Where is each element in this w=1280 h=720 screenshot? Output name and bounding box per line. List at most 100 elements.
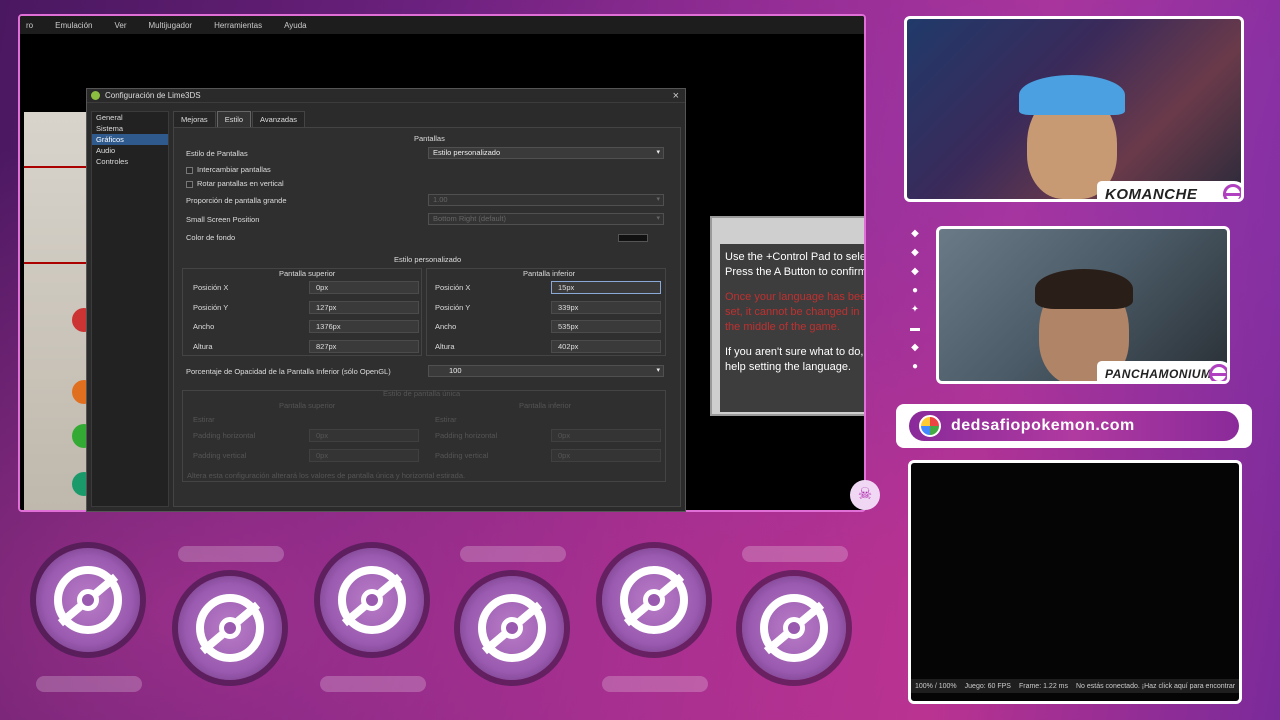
tab-enhancements[interactable]: Mejoras <box>173 111 216 127</box>
webcam-top: KOMANCHE <box>904 16 1244 202</box>
badge-pokeball-icon <box>36 548 140 652</box>
top-height-label: Altura <box>193 342 213 351</box>
cap-shape <box>1019 75 1125 115</box>
status-network[interactable]: No estás conectado. ¡Haz click aquí para… <box>1076 683 1235 690</box>
tab-advanced[interactable]: Avanzadas <box>252 111 306 127</box>
sidebar-item-audio[interactable]: Audio <box>92 145 168 156</box>
single-top-stretch-label: Estirar <box>193 415 215 424</box>
sidebar-item-graphics[interactable]: Gráficos <box>92 134 168 145</box>
bottom-x-input[interactable]: 15px <box>551 281 661 294</box>
lime-icon <box>91 91 100 100</box>
menu-item-file[interactable]: ro <box>26 21 33 30</box>
rotate-screens-option[interactable]: Rotar pantallas en vertical <box>186 179 284 188</box>
secondary-capture: 100% / 100% Juego: 60 FPS Frame: 1.22 ms… <box>908 460 1242 704</box>
config-dialog: Configuración de Lime3DS × General Siste… <box>86 88 686 512</box>
badge-slot-pill <box>36 676 142 692</box>
top-y-label: Posición Y <box>193 303 229 312</box>
bottom-screen-title: Pantalla inferior <box>523 269 576 278</box>
single-top-padh-input[interactable]: 0px <box>309 429 419 442</box>
close-icon[interactable]: × <box>673 90 679 102</box>
tab-layout[interactable]: Estilo <box>216 111 252 127</box>
single-bottom-padv-label: Padding vertical <box>435 451 489 460</box>
bottom-y-label: Posición Y <box>435 303 471 312</box>
layout-panel: Pantallas Estilo de Pantallas Estilo per… <box>173 127 681 507</box>
top-width-input[interactable]: 1376px <box>309 320 419 333</box>
skull-icon: ☠ <box>850 480 880 510</box>
bottom-width-label: Ancho <box>435 322 457 331</box>
streamer-name-bottom: PANCHAMONIUM <box>1105 367 1212 381</box>
streamer-tag-bottom: PANCHAMONIUM <box>1097 361 1227 381</box>
badge-slot-pill <box>460 546 566 562</box>
bottom-height-label: Altura <box>435 342 455 351</box>
top-screen-group: Pantalla superior Posición X 0px Posició… <box>182 268 422 356</box>
layout-select[interactable]: Estilo personalizado <box>428 147 664 159</box>
bottom-width-input[interactable]: 535px <box>551 320 661 333</box>
social-icon-column: ◆ ◆ ◆ ● ✦ ▬ ◆ ● <box>906 228 924 378</box>
top-x-label: Posición X <box>193 283 229 292</box>
badge-pokeball-icon <box>742 576 846 680</box>
pokeball-icon <box>1209 364 1227 381</box>
single-bottom-padh-label: Padding horizontal <box>435 431 498 440</box>
layout-label: Estilo de Pantallas <box>186 149 248 158</box>
badge-pokeball-icon <box>178 576 282 680</box>
single-screen-header: Estilo de pantalla única <box>383 389 461 398</box>
website-pill: dedsafiopokemon.com <box>909 411 1239 441</box>
badge-slot-pill <box>320 676 426 692</box>
badge-pokeball-icon <box>320 548 424 652</box>
swap-screens-checkbox[interactable] <box>186 166 193 174</box>
website-url: dedsafiopokemon.com <box>951 417 1135 434</box>
bg-color-swatch[interactable] <box>618 234 648 242</box>
single-top-padv-label: Padding vertical <box>193 451 247 460</box>
dialog-titlebar: Configuración de Lime3DS × <box>87 89 685 103</box>
small-pos-label: Small Screen Position <box>186 215 260 224</box>
single-bottom-title: Pantalla inferior <box>519 401 572 410</box>
single-bottom-padh-input[interactable]: 0px <box>551 429 661 442</box>
status-speed: 100% / 100% <box>915 682 957 690</box>
single-top-padh-label: Padding horizontal <box>193 431 256 440</box>
small-pos-select[interactable]: Bottom Right (default) <box>428 213 664 225</box>
bottom-y-input[interactable]: 339px <box>551 301 661 314</box>
opacity-label: Porcentaje de Opacidad de la Pantalla In… <box>186 367 391 376</box>
menu-item-multiplayer[interactable]: Multijugador <box>149 21 193 30</box>
rotate-screens-checkbox[interactable] <box>186 180 193 188</box>
sidebar-item-controls[interactable]: Controles <box>92 156 168 167</box>
rotate-screens-label: Rotar pantallas en vertical <box>197 179 284 188</box>
streamer-tag-top: KOMANCHE <box>1097 181 1241 202</box>
bg-color-label: Color de fondo <box>186 233 236 242</box>
game-text-line: Use the +Control Pad to select <box>725 251 866 263</box>
status-fps: Juego: 60 FPS <box>964 682 1011 690</box>
sidebar-item-system[interactable]: Sistema <box>92 123 168 134</box>
top-x-input[interactable]: 0px <box>309 281 419 294</box>
opacity-spinbox[interactable]: 100 <box>428 365 664 377</box>
streamer-name-top: KOMANCHE <box>1105 185 1198 202</box>
badge-pokeball-icon <box>602 548 706 652</box>
large-ratio-select[interactable]: 1.00 <box>428 194 664 206</box>
bottom-screen-group: Pantalla inferior Posición X 15px Posici… <box>426 268 666 356</box>
emulator-status-bar: 100% / 100% Juego: 60 FPS Frame: 1.22 ms… <box>911 679 1239 693</box>
social-icon: ◆ <box>911 247 919 258</box>
single-top-title: Pantalla superior <box>279 401 336 410</box>
game-text-line: If you aren't sure what to do, <box>725 346 864 358</box>
top-y-input[interactable]: 127px <box>309 301 419 314</box>
top-height-input[interactable]: 827px <box>309 340 419 353</box>
social-icon: ◆ <box>911 266 919 277</box>
social-icon: ● <box>911 285 919 296</box>
settings-main: Mejoras Estilo Avanzadas Pantallas Estil… <box>173 111 681 507</box>
menu-item-help[interactable]: Ayuda <box>284 21 307 30</box>
screens-header: Pantallas <box>414 134 445 143</box>
single-top-padv-input[interactable]: 0px <box>309 449 419 462</box>
menu-item-emulation[interactable]: Emulación <box>55 21 92 30</box>
status-frame: Frame: 1.22 ms <box>1018 682 1068 690</box>
game-text-line: Press the A Button to confirm. <box>725 266 866 278</box>
menu-item-tools[interactable]: Herramientas <box>214 21 262 30</box>
sidebar-item-general[interactable]: General <box>92 112 168 123</box>
game-warning-text: Once your language has been set, it cann… <box>725 291 866 333</box>
single-bottom-padv-input[interactable]: 0px <box>551 449 661 462</box>
swap-screens-option[interactable]: Intercambiar pantallas <box>186 165 271 174</box>
bottom-height-input[interactable]: 402px <box>551 340 661 353</box>
webcam-bottom: PANCHAMONIUM <box>936 226 1230 384</box>
menu-item-view[interactable]: Ver <box>114 21 126 30</box>
hair-shape <box>1035 269 1133 309</box>
social-icon: ✦ <box>910 304 920 315</box>
website-banner: dedsafiopokemon.com <box>896 404 1252 448</box>
